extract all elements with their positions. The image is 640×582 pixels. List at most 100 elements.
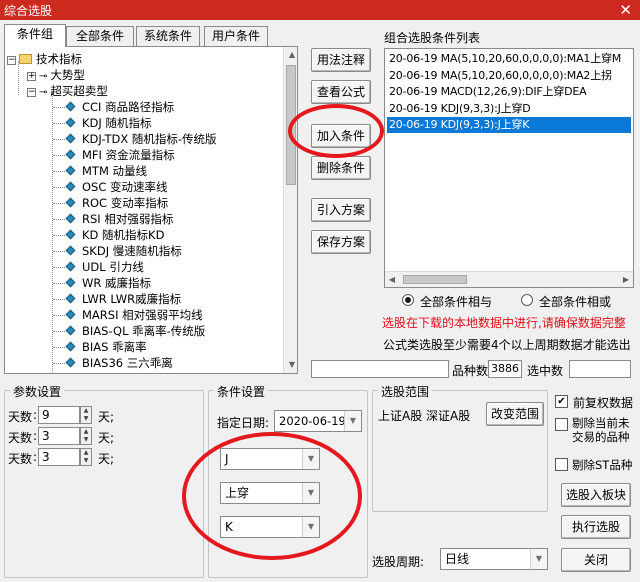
indicator-icon (65, 277, 76, 288)
delete-condition-button[interactable]: 删除条件 (311, 156, 371, 180)
tree-item[interactable]: MTM 动量线 (65, 163, 147, 179)
usage-button[interactable]: 用法注释 (311, 48, 371, 72)
tree-item[interactable]: BIAS-QL 乖离率-传统版 (65, 323, 205, 339)
condition-list-hscroll[interactable]: ◀ ▶ (385, 271, 633, 287)
tree-connector (53, 299, 65, 300)
condition-item[interactable]: 20-06-19 MA(5,10,20,60,0,0,0,0):MA2上拐 (387, 68, 631, 84)
spin-up-icon[interactable]: ▲ (82, 407, 90, 415)
tab-user-conditions[interactable]: 用户条件 (204, 26, 268, 46)
condition-item[interactable]: 20-06-19 MA(5,10,20,60,0,0,0,0):MA1上穿M (387, 51, 631, 67)
tree-root[interactable]: − 技术指标 (7, 51, 82, 67)
logic-or-radio[interactable] (521, 294, 533, 306)
indicator-icon (65, 117, 76, 128)
param-days-2-stepper[interactable]: ▲ ▼ (80, 427, 92, 445)
tab-all-conditions[interactable]: 全部条件 (66, 26, 134, 46)
folder-icon (19, 54, 32, 64)
tree-item[interactable]: CCI 商品路径指标 (65, 99, 174, 115)
warning-text: 选股在下载的本地数据中进行,请确保数据完整 (382, 316, 626, 330)
tree-item-label: BIAS 乖离率 (82, 340, 147, 354)
tree-item[interactable]: BIAS 乖离率 (65, 339, 147, 355)
param-label: 天数 (8, 431, 33, 445)
tree-group-trend[interactable]: + ⊸ 大势型 (27, 67, 85, 83)
param-colon: : (33, 408, 38, 422)
chevron-down-icon[interactable]: ▼ (530, 549, 547, 569)
date-picker[interactable]: 2020-06-19 ▼ (274, 410, 362, 432)
tree-item[interactable]: KDJ-TDX 随机指标-传统版 (65, 131, 217, 147)
tree-connector (53, 267, 65, 268)
logic-or-label[interactable]: 全部条件相或 (539, 293, 611, 310)
tree-item[interactable]: MFI 资金流量指标 (65, 147, 175, 163)
run-selection-button[interactable]: 执行选股 (561, 515, 631, 539)
exclude-st-label[interactable]: 剔除ST品种 (572, 457, 632, 473)
scroll-down-icon[interactable]: ▼ (284, 357, 297, 373)
spin-up-icon[interactable]: ▲ (82, 449, 90, 457)
tree-item[interactable]: KD 随机指标KD (65, 227, 164, 243)
scroll-left-icon[interactable]: ◀ (385, 272, 399, 287)
title-bar: 综合选股 ✕ (0, 0, 640, 20)
tree-item[interactable]: RSI 相对强弱指标 (65, 211, 173, 227)
spin-down-icon[interactable]: ▼ (82, 415, 90, 423)
scroll-up-icon[interactable]: ▲ (284, 47, 297, 63)
condition-item[interactable]: 20-06-19 KDJ(9,3,3):J上穿K (387, 117, 631, 133)
collapse-icon[interactable]: − (27, 88, 36, 97)
period-select[interactable]: 日线 ▼ (440, 548, 548, 570)
indicator-tree[interactable]: − 技术指标 + ⊸ 大势型 − ⊸ 超买超卖型 CCI 商品路径指标 KDJ 随机指标 KD… (4, 46, 298, 374)
condition-item[interactable]: 20-06-19 MACD(12,26,9):DIF上穿DEA (387, 84, 631, 100)
params-group-title: 参数设置 (10, 383, 65, 400)
tree-item[interactable]: WR 威廉指标 (65, 275, 151, 291)
param-days-1-input[interactable]: 9 (38, 406, 80, 424)
condition-list[interactable]: 20-06-19 MA(5,10,20,60,0,0,0,0):MA1上穿M 20… (384, 48, 634, 288)
tree-item-label: KDJ 随机指标 (82, 116, 152, 130)
tab-system-conditions[interactable]: 系统条件 (136, 26, 200, 46)
tree-item[interactable]: ROC 变动率指标 (65, 195, 169, 211)
tree-item[interactable]: MARSI 相对强弱平均线 (65, 307, 203, 323)
scroll-right-icon[interactable]: ▶ (619, 272, 633, 287)
param-days-1-stepper[interactable]: ▲ ▼ (80, 406, 92, 424)
tab-condition-group[interactable]: 条件组 (4, 24, 66, 47)
close-button[interactable]: 关闭 (561, 548, 631, 572)
expand-icon[interactable]: + (27, 72, 36, 81)
tree-group-label: 超买超卖型 (50, 84, 108, 98)
exclude-suspended-checkbox[interactable] (555, 418, 568, 431)
to-sector-button[interactable]: 选股入板块 (561, 483, 631, 507)
tree-item-label: ROC 变动率指标 (82, 196, 169, 210)
indicator-icon (65, 309, 76, 320)
tree-item[interactable]: BIAS36 三六乖离 (65, 355, 173, 371)
close-icon[interactable]: ✕ (619, 1, 632, 19)
tree-group-overbought[interactable]: − ⊸ 超买超卖型 (27, 83, 108, 99)
view-formula-button[interactable]: 查看公式 (311, 80, 371, 104)
change-scope-button[interactable]: 改变范围 (486, 402, 544, 426)
hscroll-thumb[interactable] (403, 275, 467, 284)
exclude-st-checkbox[interactable] (555, 458, 568, 471)
indicator-icon (65, 165, 76, 176)
param-label: 天数 (8, 452, 33, 466)
tree-item[interactable]: OSC 变动速率线 (65, 179, 168, 195)
condition-item[interactable]: 20-06-19 KDJ(9,3,3):J上穿D (387, 101, 631, 117)
spin-down-icon[interactable]: ▼ (82, 457, 90, 465)
param-days-3-input[interactable]: 3 (38, 448, 80, 466)
logic-and-radio[interactable] (402, 294, 414, 306)
param-unit: 天; (98, 431, 115, 445)
tree-connector (53, 235, 65, 236)
exclude-suspended-label[interactable]: 剔除当前未交易的品种 (572, 416, 634, 444)
pre-adjust-checkbox[interactable]: ✔ (555, 395, 568, 408)
tree-scrollbar[interactable]: ▲ ▼ (283, 47, 297, 373)
indicator-icon (65, 325, 76, 336)
logic-and-label[interactable]: 全部条件相与 (420, 293, 492, 310)
tree-item[interactable]: UDL 引力线 (65, 259, 144, 275)
collapse-icon[interactable]: − (7, 56, 16, 65)
indicator-icon (65, 133, 76, 144)
link-icon: ⊸ (39, 87, 48, 98)
save-plan-button[interactable]: 保存方案 (311, 230, 371, 254)
tree-item[interactable]: KDJ 随机指标 (65, 115, 152, 131)
param-days-2-input[interactable]: 3 (38, 427, 80, 445)
chevron-down-icon[interactable]: ▼ (344, 411, 361, 431)
param-days-3-stepper[interactable]: ▲ ▼ (80, 448, 92, 466)
spin-down-icon[interactable]: ▼ (82, 436, 90, 444)
tree-item[interactable]: SKDJ 慢速随机指标 (65, 243, 182, 259)
indicator-icon (65, 341, 76, 352)
import-plan-button[interactable]: 引入方案 (311, 198, 371, 222)
tree-item[interactable]: LWR LWR威廉指标 (65, 291, 181, 307)
spin-up-icon[interactable]: ▲ (82, 428, 90, 436)
pre-adjust-label[interactable]: 前复权数据 (573, 394, 633, 411)
